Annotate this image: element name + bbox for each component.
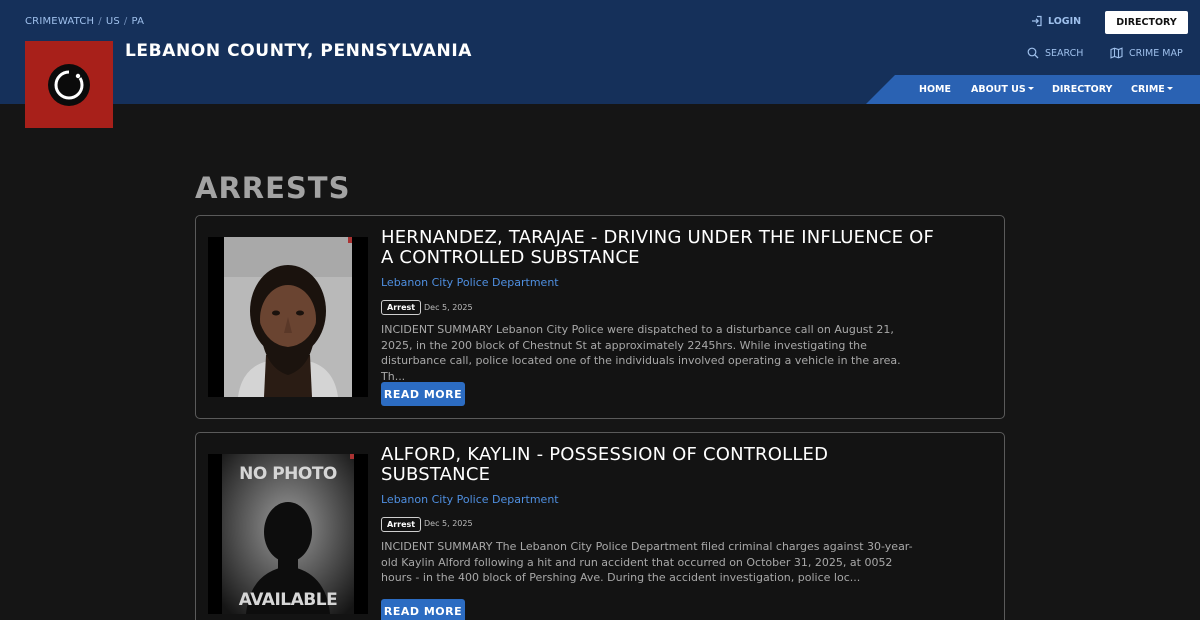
- nav-directory[interactable]: DIRECTORY: [1052, 84, 1112, 95]
- arrest-date: Dec 5, 2025: [424, 519, 473, 528]
- arrest-title[interactable]: HERNANDEZ, TARAJAE - DRIVING UNDER THE I…: [381, 228, 941, 268]
- search-link[interactable]: SEARCH: [1027, 47, 1083, 59]
- arrest-summary: INCIDENT SUMMARY Lebanon City Police wer…: [381, 323, 901, 383]
- crime-map-label: CRIME MAP: [1129, 47, 1183, 59]
- agency-link[interactable]: Lebanon City Police Department: [381, 276, 559, 289]
- breadcrumb: CRIMEWATCH / US / PA: [25, 16, 144, 27]
- no-photo-placeholder[interactable]: NO PHOTO AVAILABLE: [208, 454, 368, 614]
- directory-button[interactable]: DIRECTORY: [1105, 11, 1188, 34]
- arrest-title[interactable]: ALFORD, KAYLIN - POSSESSION OF CONTROLLE…: [381, 445, 941, 485]
- no-photo-image: NO PHOTO AVAILABLE: [208, 454, 368, 614]
- main-nav: HOME ABOUT US DIRECTORY CRIME: [866, 75, 1200, 104]
- arrest-card: NO PHOTO AVAILABLE ALFORD, KAYLIN - POSS…: [195, 432, 1005, 620]
- crimewatch-logo-icon: [48, 63, 90, 106]
- nav-home-label: HOME: [919, 84, 951, 95]
- arrest-badge: Arrest: [381, 517, 422, 532]
- login-link[interactable]: LOGIN: [1031, 15, 1081, 27]
- breadcrumb-separator: /: [98, 16, 102, 27]
- nav-about-us[interactable]: ABOUT US: [971, 84, 1034, 95]
- arrest-card: HERNANDEZ, TARAJAE - DRIVING UNDER THE I…: [195, 215, 1005, 419]
- chevron-down-icon: [1027, 87, 1034, 90]
- no-photo-label-top: NO PHOTO: [239, 464, 337, 484]
- page-title: ARRESTS: [195, 171, 351, 205]
- nav-home[interactable]: HOME: [919, 84, 951, 95]
- agency-logo[interactable]: [25, 41, 113, 128]
- search-icon: [1027, 47, 1039, 59]
- site-title[interactable]: LEBANON COUNTY, PENNSYLVANIA: [125, 41, 472, 61]
- no-photo-label-bottom: AVAILABLE: [239, 590, 337, 610]
- agency-link[interactable]: Lebanon City Police Department: [381, 493, 559, 506]
- read-more-button[interactable]: READ MORE: [381, 599, 465, 620]
- site-header: CRIMEWATCH / US / PA LEBANON COUNTY, PENNSYL…: [0, 0, 1200, 104]
- read-more-button[interactable]: READ MORE: [381, 382, 465, 406]
- login-icon: [1032, 15, 1042, 27]
- nav-directory-label: DIRECTORY: [1052, 84, 1113, 95]
- chevron-down-icon: [1166, 87, 1173, 90]
- breadcrumb-us[interactable]: US: [106, 16, 120, 27]
- arrest-badge: Arrest: [381, 300, 422, 315]
- crime-map-link[interactable]: CRIME MAP: [1110, 47, 1183, 59]
- breadcrumb-pa[interactable]: PA: [132, 16, 145, 27]
- map-icon: [1110, 47, 1123, 59]
- search-label: SEARCH: [1045, 47, 1084, 59]
- arrest-summary: INCIDENT SUMMARY The Lebanon City Police…: [381, 540, 913, 584]
- breadcrumb-crimewatch[interactable]: CRIMEWATCH: [25, 16, 94, 27]
- mugshot-photo[interactable]: [208, 237, 368, 397]
- nav-crime-label: CRIME: [1131, 84, 1165, 95]
- arrest-date: Dec 5, 2025: [424, 303, 473, 312]
- login-label: LOGIN: [1048, 15, 1082, 27]
- mugshot-image: [208, 237, 368, 397]
- nav-crime[interactable]: CRIME: [1131, 84, 1173, 95]
- nav-about-us-label: ABOUT US: [971, 84, 1026, 95]
- breadcrumb-separator: /: [123, 16, 128, 27]
